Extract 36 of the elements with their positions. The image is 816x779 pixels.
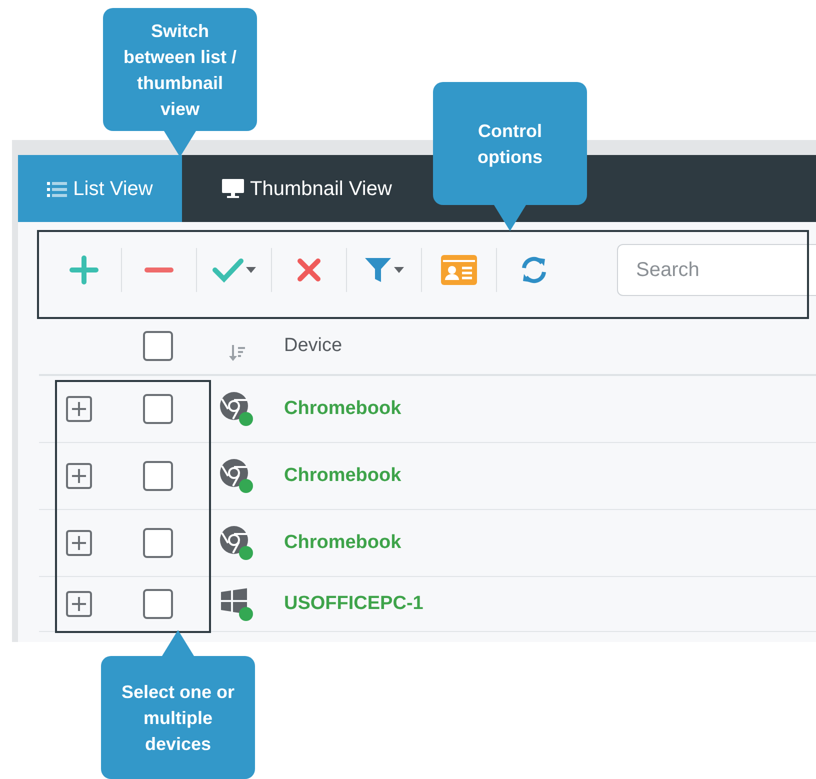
sort-icon[interactable] xyxy=(229,345,245,361)
device-link[interactable]: Chromebook xyxy=(284,394,402,424)
filter-icon xyxy=(364,256,392,284)
checkbox[interactable] xyxy=(143,331,173,361)
callout: Control options xyxy=(433,82,587,205)
list-icon xyxy=(47,180,68,196)
column-header[interactable]: Device xyxy=(284,332,342,360)
device-link[interactable]: Chromebook xyxy=(284,462,402,490)
tab[interactable]: List View xyxy=(18,155,182,222)
expand-icon[interactable] xyxy=(66,530,92,556)
monitor-icon xyxy=(222,178,244,198)
expand-icon[interactable] xyxy=(66,591,92,617)
caret-icon xyxy=(246,267,256,273)
checkbox[interactable] xyxy=(143,461,173,491)
id-card-icon xyxy=(441,255,477,285)
windows-logo-icon xyxy=(221,588,247,614)
callout: Select one or multiple devices xyxy=(101,656,255,779)
callout: Switch between list / thumbnail view xyxy=(103,8,257,131)
callout-pointer xyxy=(494,205,526,231)
callout-pointer xyxy=(164,131,196,157)
minus-icon xyxy=(144,266,174,274)
tab[interactable]: Thumbnail View xyxy=(182,155,432,222)
caret-icon xyxy=(394,267,404,273)
expand-icon[interactable] xyxy=(66,463,92,489)
callout-pointer xyxy=(162,630,194,656)
checkmark-icon xyxy=(212,257,244,283)
expand-icon[interactable] xyxy=(66,396,92,422)
refresh-icon xyxy=(519,255,549,285)
checkbox[interactable] xyxy=(143,528,173,558)
checkbox[interactable] xyxy=(143,394,173,424)
checkbox[interactable] xyxy=(143,589,173,619)
plus-icon xyxy=(69,255,99,285)
close-icon xyxy=(297,258,321,282)
search-field[interactable]: Search xyxy=(617,244,816,296)
device-link[interactable]: USOFFICEPC-1 xyxy=(284,590,424,618)
device-link[interactable]: Chromebook xyxy=(284,528,402,558)
